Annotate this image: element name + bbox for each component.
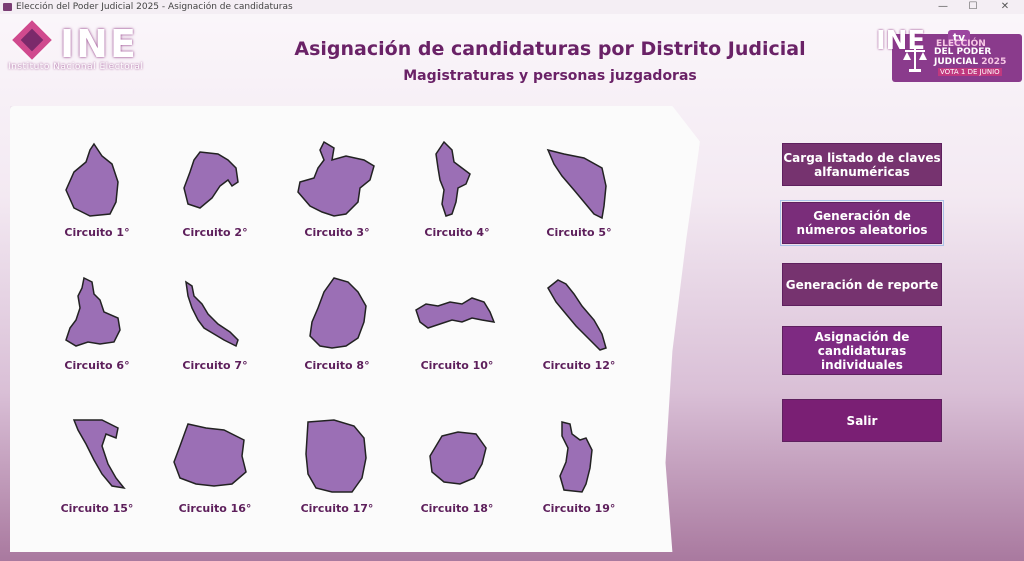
minimize-button[interactable]: — xyxy=(928,0,958,14)
election-line-2: DEL PODER xyxy=(934,47,992,57)
circuit-5-map[interactable] xyxy=(544,146,630,230)
individual-assignment-button[interactable]: Asignación de candidaturas individuales xyxy=(782,326,942,375)
circuit-8-label[interactable]: Circuito 8° xyxy=(282,359,392,372)
circuit-19-map[interactable] xyxy=(552,418,638,502)
election-date-badge: VOTA 1 DE JUNIO xyxy=(938,68,1002,76)
circuit-16-map-icon xyxy=(173,423,247,487)
circuit-18-map-icon xyxy=(429,431,487,485)
circuit-6-map[interactable] xyxy=(60,276,146,360)
random-numbers-button[interactable]: Generación de números aleatorios xyxy=(780,200,944,246)
circuit-6-label[interactable]: Circuito 6° xyxy=(42,359,152,372)
circuit-4-map-icon xyxy=(435,140,471,217)
app-icon xyxy=(3,3,12,11)
generate-report-button[interactable]: Generación de reporte xyxy=(782,263,942,306)
maximize-button[interactable]: ☐ xyxy=(958,0,988,14)
election-line-3-text: JUDICIAL xyxy=(934,57,979,67)
page-title: Asignación de candidaturas por Distrito … xyxy=(294,38,806,60)
close-button[interactable]: ✕ xyxy=(990,0,1020,14)
ine-logo: INE Instituto Nacional Electoral xyxy=(8,20,178,78)
circuit-15-map[interactable] xyxy=(64,416,150,500)
circuit-16-label[interactable]: Circuito 16° xyxy=(160,502,270,515)
circuit-10-label[interactable]: Circuito 10° xyxy=(402,359,512,372)
ine-diamond-icon xyxy=(12,20,52,60)
circuit-18-map[interactable] xyxy=(424,428,510,512)
circuit-7-map[interactable] xyxy=(178,278,264,362)
circuit-15-map-icon xyxy=(72,419,126,490)
circuit-1-map[interactable] xyxy=(60,142,146,226)
circuit-2-map-icon xyxy=(183,151,239,209)
circuit-7-label[interactable]: Circuito 7° xyxy=(160,359,270,372)
circuit-17-map-icon xyxy=(305,419,367,493)
circuit-3-label[interactable]: Circuito 3° xyxy=(282,226,392,239)
circuit-8-map[interactable] xyxy=(302,276,388,360)
window-titlebar: Elección del Poder Judicial 2025 - Asign… xyxy=(0,0,1024,14)
circuit-12-label[interactable]: Circuito 12° xyxy=(524,359,634,372)
ine-logo-subtitle: Instituto Nacional Electoral xyxy=(8,62,144,72)
circuit-3-map[interactable] xyxy=(294,140,380,224)
circuit-1-label[interactable]: Circuito 1° xyxy=(42,226,152,239)
circuit-4-map[interactable] xyxy=(418,140,504,224)
circuit-12-map-icon xyxy=(547,279,607,351)
window-title: Elección del Poder Judicial 2025 - Asign… xyxy=(16,2,293,12)
exit-button[interactable]: Salir xyxy=(782,399,942,442)
circuit-15-label[interactable]: Circuito 15° xyxy=(42,502,152,515)
circuit-17-map[interactable] xyxy=(300,418,386,502)
circuit-8-map-icon xyxy=(309,277,367,349)
circuit-2-label[interactable]: Circuito 2° xyxy=(160,226,270,239)
circuit-4-label[interactable]: Circuito 4° xyxy=(402,226,512,239)
circuit-3-map-icon xyxy=(297,140,375,217)
circuit-2-map[interactable] xyxy=(178,142,264,226)
election-line-3: JUDICIAL 2025 xyxy=(934,57,1006,67)
ine-logo-text: INE xyxy=(60,22,138,66)
page-subtitle: Magistraturas y personas juzgadoras xyxy=(403,68,697,84)
load-keys-button[interactable]: Carga listado de claves alfanuméricas xyxy=(782,143,942,186)
circuit-6-map-icon xyxy=(65,276,121,347)
circuit-19-label[interactable]: Circuito 19° xyxy=(524,502,634,515)
scales-of-justice-icon xyxy=(903,46,927,72)
circuit-12-map[interactable] xyxy=(544,276,630,360)
election-year: 2025 xyxy=(981,57,1007,67)
circuit-7-map-icon xyxy=(185,280,239,348)
circuit-19-map-icon xyxy=(559,421,593,493)
election-logo: INE tv ELECCIÓN DEL PODER JUDICIAL 2025 … xyxy=(872,26,1024,82)
circuit-5-label[interactable]: Circuito 5° xyxy=(524,226,634,239)
circuit-18-label[interactable]: Circuito 18° xyxy=(402,502,512,515)
circuit-17-label[interactable]: Circuito 17° xyxy=(282,502,392,515)
circuit-5-map-icon xyxy=(546,148,607,220)
circuit-16-map[interactable] xyxy=(170,420,256,504)
circuit-1-map-icon xyxy=(65,142,119,217)
